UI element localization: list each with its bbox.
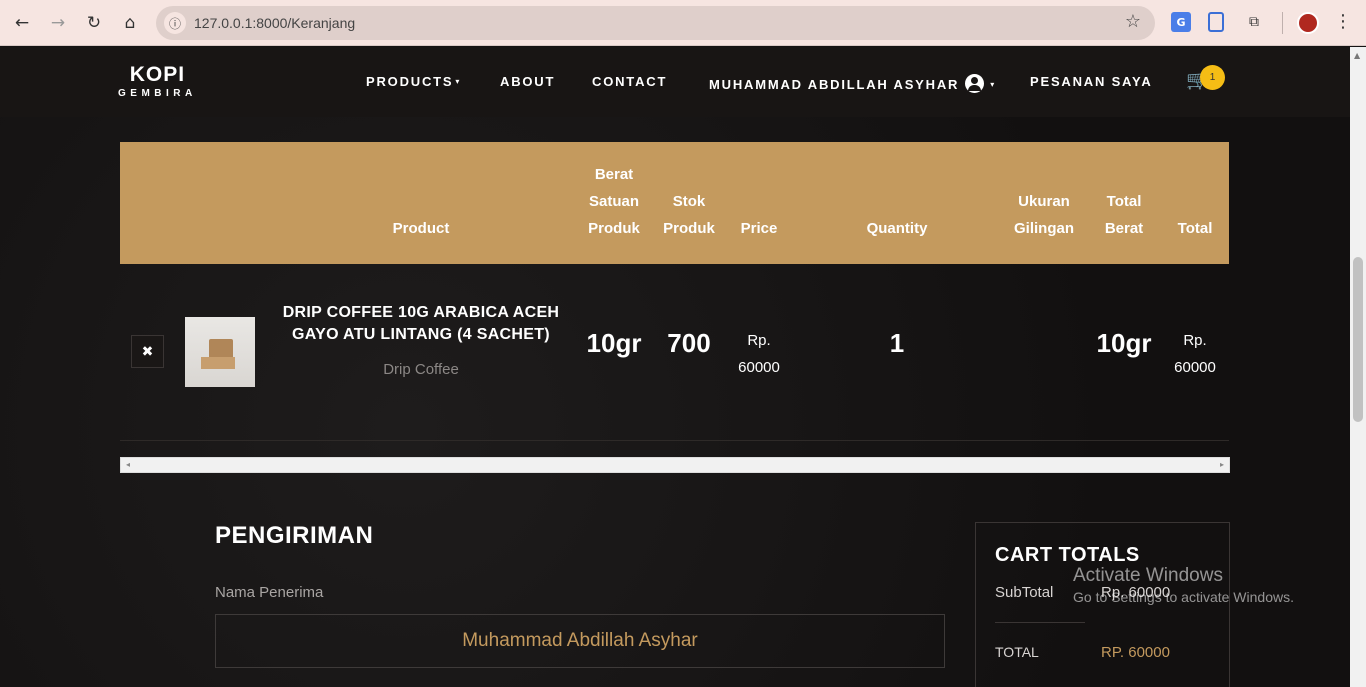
table-horizontal-scrollbar[interactable]: ◂ ▸ [120,457,1230,473]
chevron-down-icon: ▾ [455,77,462,86]
nav-user-menu[interactable]: MUHAMMAD ABDILLAH ASYHAR ▾ [709,74,996,93]
extensions-puzzle-icon[interactable]: ⧉ [1244,12,1264,32]
recipient-label: Nama Penerima [215,584,324,601]
nav-about[interactable]: ABOUT [500,74,555,89]
forward-icon[interactable]: → [46,11,70,35]
scrollbar-thumb[interactable] [1353,257,1363,422]
shipping-title: PENGIRIMAN [215,522,374,549]
brand-name: KOPI [129,63,186,86]
chevron-down-icon: ▾ [990,80,997,89]
home-icon[interactable]: ⌂ [118,11,142,35]
product-name[interactable]: DRIP COFFEE 10G ARABICA ACEH GAYO ATU LI… [275,302,567,346]
address-bar[interactable]: ⓘ 127.0.0.1:8000/Keranjang ☆ [156,6,1155,40]
cell-price: Rp. 60000 [738,332,780,376]
scroll-up-icon[interactable]: ▲ [1354,51,1360,60]
nav-orders[interactable]: PESANAN SAYA [1030,74,1153,89]
recipient-name-field[interactable]: Muhammad Abdillah Asyhar [215,614,945,668]
scroll-right-icon[interactable]: ▸ [1220,460,1224,469]
nav-products-label: PRODUCTS [366,74,454,89]
subtotal-label: SubTotal [995,584,1054,601]
header-ukuran-gilingan: Ukuran Gilingan [1014,193,1074,237]
header-stok: Stok Produk [663,193,715,237]
cart-totals-title: CART TOTALS [995,544,1140,566]
header-product: Product [392,220,450,237]
reload-icon[interactable]: ↻ [82,11,106,35]
url-text[interactable]: 127.0.0.1:8000/Keranjang [194,15,355,31]
profile-avatar[interactable] [1297,12,1319,34]
site-navbar: KOPI GEMBIRA PRODUCTS ▾ ABOUT CONTACT MUH… [0,47,1350,117]
quantity-value[interactable]: 1 [847,328,947,359]
header-total-berat: Total Berat [1104,193,1144,237]
header-quantity: Quantity [866,220,928,237]
remove-item-button[interactable]: ✖ [131,335,164,368]
user-circle-icon [965,74,985,93]
cart-table-header: Product Berat Satuan Produk Stok Produk … [120,142,1229,264]
toolbar-divider [1282,12,1283,34]
cell-stok: 700 [667,328,711,358]
brand-subname: GEMBIRA [118,88,197,99]
scroll-left-icon[interactable]: ◂ [126,460,130,469]
cell-berat-satuan: 10gr [586,328,642,358]
row-divider [120,440,1229,441]
site-info-icon[interactable]: ⓘ [164,12,186,34]
cell-total-berat: 10gr [1096,328,1152,358]
back-icon[interactable]: ← [10,11,34,35]
browser-toolbar: ← → ↻ ⌂ ⓘ 127.0.0.1:8000/Keranjang ☆ G ⧉… [0,0,1366,46]
nav-products[interactable]: PRODUCTS ▾ [366,74,461,89]
totals-divider [995,622,1085,623]
watermark-line2: Go to Settings to activate Windows. [1073,589,1294,605]
cell-total: Rp. 60000 [1174,332,1216,376]
product-category: Drip Coffee [383,361,459,378]
header-berat-satuan: Berat Satuan Produk [588,166,640,237]
total-value: RP. 60000 [1101,644,1170,661]
brand-logo[interactable]: KOPI GEMBIRA [118,63,197,99]
clipboard-extension-icon[interactable] [1208,12,1224,32]
browser-menu-icon[interactable]: ⋮ [1334,11,1352,32]
nav-user-name: MUHAMMAD ABDILLAH ASYHAR [709,77,960,92]
header-price: Price [740,220,778,237]
cart-count-badge: 1 [1200,65,1225,90]
product-image [185,317,255,387]
watermark-line1: Activate Windows [1073,565,1223,586]
windows-activation-watermark: Activate Windows Go to Settings to activ… [1073,565,1294,605]
total-label: TOTAL [995,644,1039,660]
translate-extension-icon[interactable]: G [1171,12,1191,32]
header-total: Total [1177,220,1213,237]
page-vertical-scrollbar[interactable]: ▲ [1350,47,1366,687]
nav-contact[interactable]: CONTACT [592,74,667,89]
bookmark-star-icon[interactable]: ☆ [1125,11,1141,32]
